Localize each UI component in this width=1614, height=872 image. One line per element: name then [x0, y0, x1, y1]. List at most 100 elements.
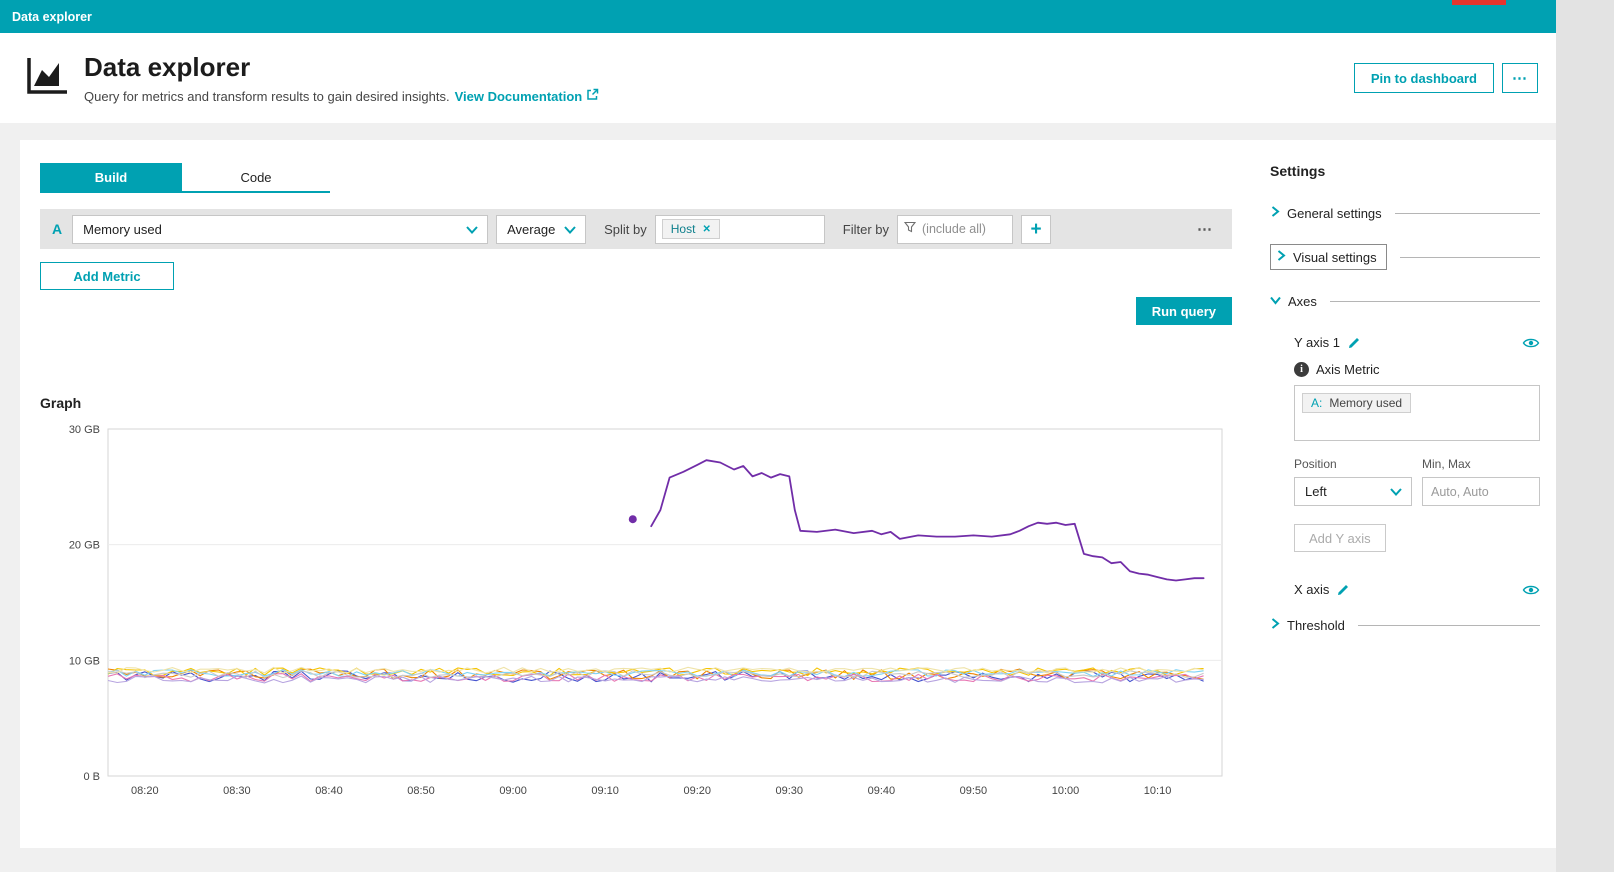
svg-text:10:00: 10:00: [1052, 785, 1080, 797]
run-query-button[interactable]: Run query: [1136, 297, 1232, 325]
chevron-down-icon: [1270, 292, 1281, 310]
axis-metric-label: Axis Metric: [1316, 362, 1380, 377]
x-axis-row: X axis: [1294, 582, 1540, 597]
section-general-settings[interactable]: General settings: [1270, 203, 1540, 223]
filter-by-label: Filter by: [843, 222, 889, 237]
metric-query-row: A Memory used Average: [40, 209, 1232, 249]
axis-metric-tag-prefix: A:: [1311, 396, 1322, 410]
svg-text:09:50: 09:50: [960, 785, 988, 797]
add-filter-button[interactable]: +: [1021, 215, 1051, 244]
position-select-value: Left: [1305, 484, 1327, 499]
section-divider: [1358, 625, 1540, 626]
aggregation-select[interactable]: Average: [496, 215, 586, 244]
tab-code[interactable]: Code: [182, 163, 330, 193]
filter-placeholder: (include all): [922, 222, 986, 236]
position-select[interactable]: Left: [1294, 477, 1412, 506]
add-metric-button[interactable]: Add Metric: [40, 262, 174, 290]
chevron-right-icon: [1276, 248, 1286, 266]
graph-section-title: Graph: [40, 395, 1232, 411]
split-tag-label: Host: [671, 222, 696, 236]
chevron-down-icon: [564, 222, 576, 237]
query-and-graph-column: Build Code A Memory used Average: [40, 163, 1232, 848]
tab-build[interactable]: Build: [40, 163, 182, 193]
svg-text:09:10: 09:10: [591, 785, 619, 797]
view-documentation-label: View Documentation: [455, 89, 583, 104]
x-axis-label: X axis: [1294, 582, 1329, 597]
visual-settings-focus-box[interactable]: Visual settings: [1270, 244, 1387, 270]
y-axis-1-row: Y axis 1: [1294, 335, 1540, 350]
svg-text:08:30: 08:30: [223, 785, 251, 797]
y-axis-visibility-eye-icon[interactable]: [1522, 337, 1540, 349]
topbar: Data explorer: [0, 0, 1556, 33]
svg-text:09:20: 09:20: [683, 785, 711, 797]
aggregation-select-value: Average: [507, 222, 555, 237]
page-header: Data explorer Query for metrics and tran…: [0, 33, 1556, 123]
y-axis-1-label: Y axis 1: [1294, 335, 1340, 350]
threshold-label: Threshold: [1287, 618, 1345, 633]
settings-panel: Settings General settings: [1270, 163, 1540, 848]
remove-split-tag-icon[interactable]: ✕: [702, 224, 710, 235]
external-link-icon: [586, 88, 599, 104]
add-y-axis-button[interactable]: Add Y axis: [1294, 524, 1386, 552]
topbar-title: Data explorer: [12, 10, 92, 24]
builder-tabs: Build Code: [40, 163, 1232, 193]
axis-metric-box[interactable]: A: Memory used: [1294, 385, 1540, 441]
axis-metric-row: i Axis Metric: [1294, 362, 1540, 377]
settings-title: Settings: [1270, 163, 1540, 179]
view-documentation-link[interactable]: View Documentation: [455, 88, 600, 104]
split-by-input[interactable]: Host ✕: [655, 215, 825, 244]
chevron-down-icon: [1390, 484, 1402, 499]
section-visual-settings[interactable]: Visual settings: [1270, 247, 1540, 267]
svg-text:08:20: 08:20: [131, 785, 159, 797]
right-gutter: [1556, 0, 1614, 872]
minmax-label: Min, Max: [1422, 457, 1471, 471]
svg-text:08:40: 08:40: [315, 785, 343, 797]
metric-select-value: Memory used: [83, 222, 162, 237]
metric-row-more-button[interactable]: ⋯: [1197, 220, 1214, 238]
visual-settings-label: Visual settings: [1293, 250, 1377, 265]
position-label: Position: [1294, 457, 1422, 471]
page-subtitle: Query for metrics and transform results …: [84, 89, 450, 104]
axes-settings-body: Y axis 1: [1270, 335, 1540, 597]
red-indicator-strip: [1452, 0, 1506, 5]
pin-to-dashboard-button[interactable]: Pin to dashboard: [1354, 63, 1494, 93]
metrics-line-chart: 0 B10 GB20 GB30 GB08:2008:3008:4008:5009…: [40, 421, 1232, 799]
edit-y-axis-icon[interactable]: [1348, 336, 1361, 349]
axis-metric-tag-name: Memory used: [1329, 396, 1402, 410]
section-threshold[interactable]: Threshold: [1270, 615, 1540, 635]
page-title: Data explorer: [84, 52, 599, 83]
general-settings-label: General settings: [1287, 206, 1382, 221]
axes-label: Axes: [1288, 294, 1317, 309]
edit-x-axis-icon[interactable]: [1337, 583, 1350, 596]
axis-metric-tag[interactable]: A: Memory used: [1302, 393, 1411, 413]
metric-select[interactable]: Memory used: [72, 215, 488, 244]
section-axes[interactable]: Axes: [1270, 291, 1540, 311]
svg-text:09:30: 09:30: [776, 785, 804, 797]
info-icon: i: [1294, 362, 1309, 377]
x-axis-visibility-eye-icon[interactable]: [1522, 584, 1540, 596]
svg-text:09:00: 09:00: [499, 785, 527, 797]
split-by-label: Split by: [604, 222, 647, 237]
metric-letter-badge: A: [52, 221, 62, 237]
minmax-input[interactable]: [1422, 477, 1540, 506]
section-divider: [1395, 213, 1540, 214]
svg-text:0 B: 0 B: [83, 771, 100, 783]
chevron-right-icon: [1270, 616, 1280, 634]
svg-text:09:40: 09:40: [868, 785, 896, 797]
data-explorer-card: Build Code A Memory used Average: [20, 140, 1556, 848]
data-explorer-app-icon: [24, 55, 70, 102]
main-area: Build Code A Memory used Average: [0, 123, 1556, 848]
svg-text:30 GB: 30 GB: [69, 424, 100, 436]
chevron-right-icon: [1270, 204, 1280, 222]
position-minmax-controls: Left: [1294, 477, 1540, 506]
filter-funnel-icon: [904, 220, 916, 238]
page: Data explorer Data explorer Query for me…: [0, 0, 1614, 872]
section-divider: [1400, 257, 1540, 258]
position-minmax-labels: Position Min, Max: [1294, 457, 1540, 471]
header-more-button[interactable]: ⋯: [1502, 63, 1538, 93]
svg-text:08:50: 08:50: [407, 785, 435, 797]
split-tag-host[interactable]: Host ✕: [662, 219, 720, 239]
section-divider: [1330, 301, 1540, 302]
filter-by-input[interactable]: (include all): [897, 215, 1013, 244]
svg-text:10:10: 10:10: [1144, 785, 1172, 797]
